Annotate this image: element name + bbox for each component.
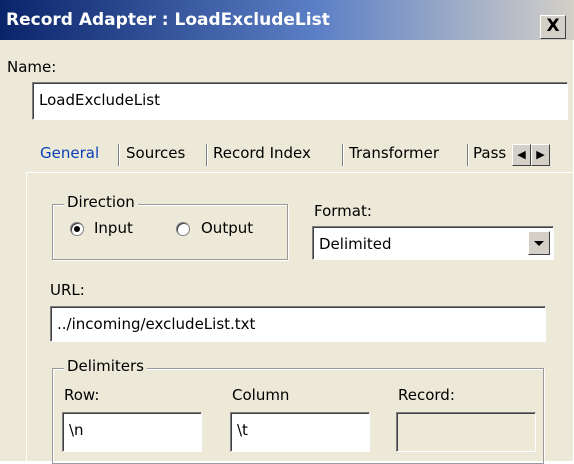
delimiter-row-input[interactable]: \n: [62, 412, 202, 452]
delimiter-row-label: Row:: [64, 386, 100, 404]
direction-output-radio[interactable]: [176, 222, 190, 236]
direction-group-title: Direction: [64, 193, 138, 211]
format-label: Format:: [314, 202, 372, 220]
direction-input-radio[interactable]: [70, 222, 84, 236]
tab-record-index[interactable]: Record Index: [213, 144, 311, 162]
delimiters-group-title: Delimiters: [64, 357, 147, 375]
tab-sources[interactable]: Sources: [126, 144, 185, 162]
format-select-value: Delimited: [319, 235, 392, 253]
delimiter-record-label: Record:: [398, 386, 455, 404]
url-input[interactable]: ../incoming/excludeList.txt: [50, 306, 546, 342]
title-bar[interactable]: Record Adapter : LoadExcludeList X: [0, 0, 574, 40]
tab-separator: [467, 144, 468, 166]
direction-output-label[interactable]: Output: [201, 219, 253, 237]
tab-separator: [342, 144, 343, 166]
url-label: URL:: [50, 281, 85, 299]
direction-input-label[interactable]: Input: [94, 219, 133, 237]
tab-general[interactable]: General: [40, 144, 99, 162]
radio-selected-dot: [74, 226, 80, 232]
window-title: Record Adapter : LoadExcludeList: [6, 10, 330, 30]
tab-transformer[interactable]: Transformer: [349, 144, 439, 162]
chevron-down-icon: [534, 241, 544, 246]
tab-scroll-right-icon[interactable]: ▶: [531, 144, 550, 166]
tab-separator: [206, 144, 207, 166]
record-adapter-dialog: Record Adapter : LoadExcludeList X Name:…: [0, 0, 574, 464]
tab-pass[interactable]: Pass: [473, 144, 511, 162]
close-button[interactable]: X: [540, 15, 566, 39]
format-dropdown-button[interactable]: [528, 231, 550, 255]
delimiter-column-input[interactable]: \t: [230, 412, 370, 452]
delimiter-column-label: Column: [232, 386, 290, 404]
tab-separator: [118, 144, 119, 166]
name-label: Name:: [7, 58, 57, 76]
tab-scroll-left-icon[interactable]: ◀: [512, 144, 531, 166]
name-input[interactable]: LoadExcludeList: [32, 82, 568, 120]
delimiter-record-input[interactable]: [396, 412, 536, 452]
format-select[interactable]: Delimited: [312, 226, 554, 260]
